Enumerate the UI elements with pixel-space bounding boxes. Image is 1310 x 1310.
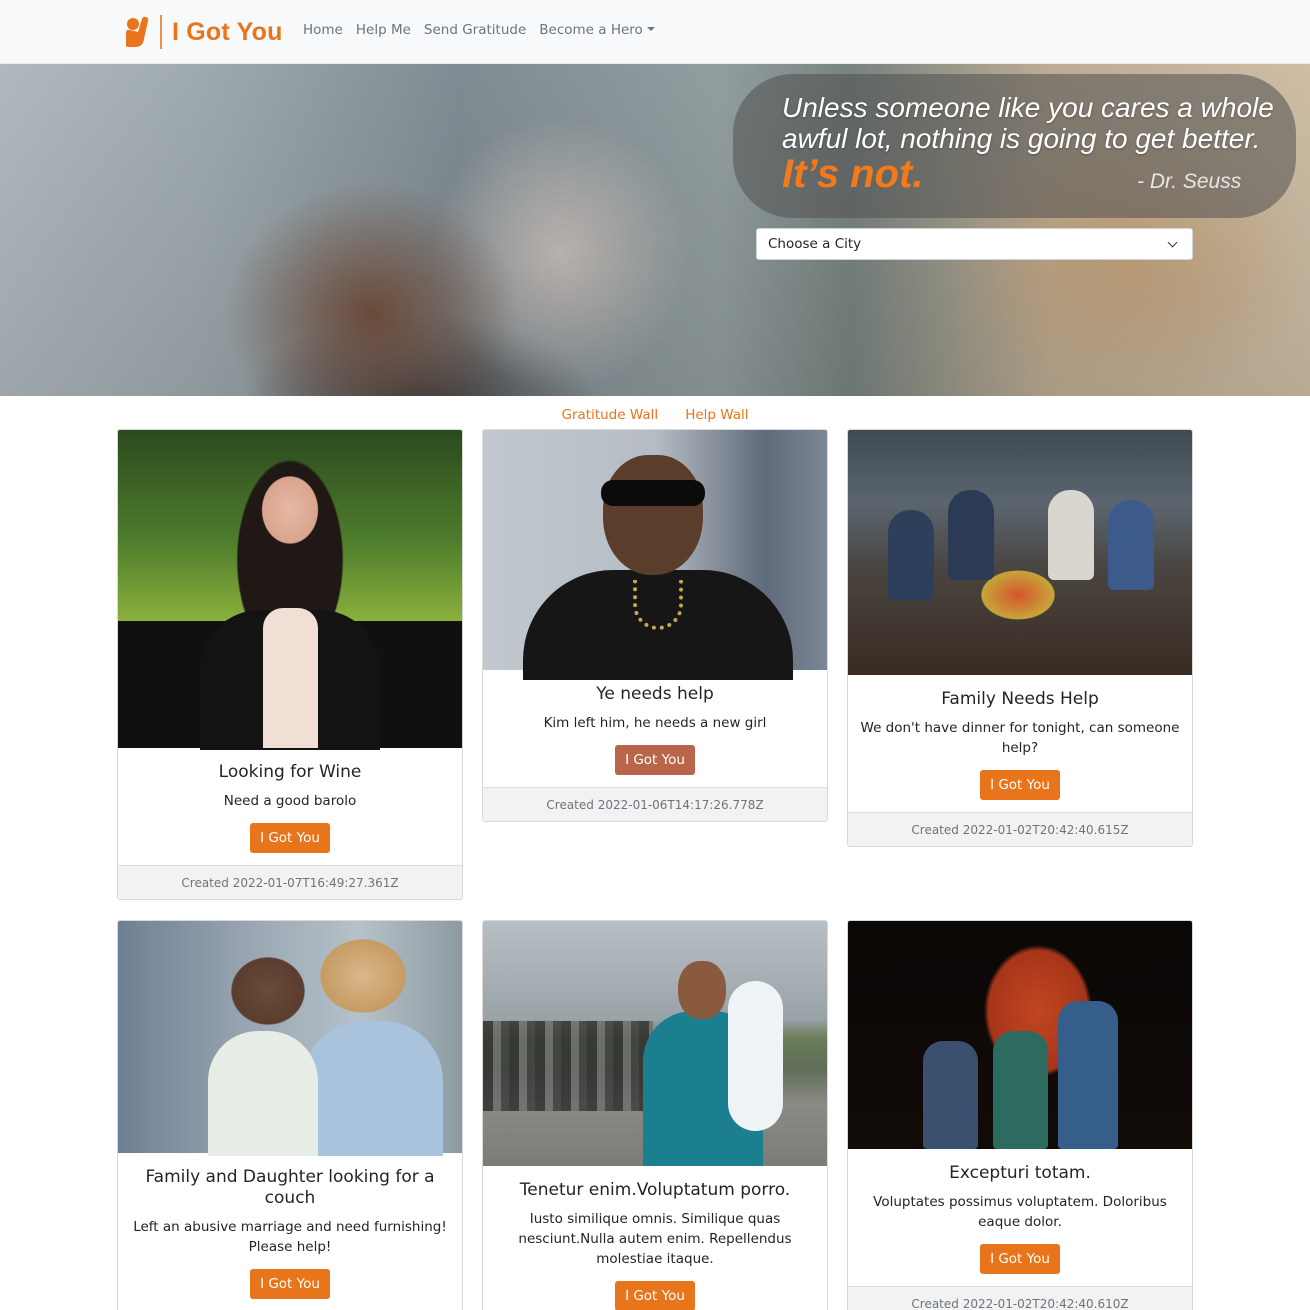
help-card: Looking for Wine Need a good barolo I Go… — [117, 429, 463, 900]
help-card: Excepturi totam. Voluptates possimus vol… — [847, 920, 1193, 1310]
card-photo — [848, 430, 1192, 675]
card-photo — [118, 921, 462, 1156]
nav-help-me[interactable]: Help Me — [356, 22, 411, 38]
tab-gratitude-wall[interactable]: Gratitude Wall — [561, 407, 658, 423]
card-footer-created: Created 2022-01-06T14:17:26.778Z — [483, 787, 827, 821]
card-text: Need a good barolo — [223, 793, 357, 809]
card-footer-created: Created 2022-01-07T16:49:27.361Z — [118, 865, 462, 899]
tab-help-wall[interactable]: Help Wall — [685, 407, 748, 423]
card-body: Tenetur enim.Voluptatum porro. Iusto sim… — [483, 1166, 827, 1310]
card-title: Family and Daughter looking for a couch — [145, 1167, 435, 1208]
card-photo — [848, 921, 1192, 1149]
card-body: Family and Daughter looking for a couch … — [118, 1153, 462, 1310]
card-body: Ye needs help Kim left him, he needs a n… — [483, 670, 827, 787]
card-body: Excepturi totam. Voluptates possimus vol… — [848, 1149, 1192, 1286]
quote-author: - Dr. Seuss — [1137, 170, 1242, 193]
help-card: Family and Daughter looking for a couch … — [117, 920, 463, 1310]
i-got-you-button[interactable]: I Got You — [250, 823, 330, 853]
hand-heart-logo-icon — [124, 15, 152, 49]
card-photo — [483, 430, 827, 680]
city-select[interactable]: Choose a City — [756, 228, 1193, 260]
i-got-you-button[interactable]: I Got You — [980, 1244, 1060, 1274]
card-title: Excepturi totam. — [949, 1163, 1091, 1183]
card-title: Ye needs help — [596, 684, 714, 704]
i-got-you-button[interactable]: I Got You — [980, 770, 1060, 800]
brand-divider — [160, 15, 162, 49]
card-text: We don't have dinner for tonight, can so… — [860, 720, 1180, 756]
help-card: Tenetur enim.Voluptatum porro. Iusto sim… — [482, 920, 828, 1310]
card-text: Kim left him, he needs a new girl — [543, 715, 767, 731]
card-photo — [483, 921, 827, 1166]
i-got-you-button[interactable]: I Got You — [615, 1281, 695, 1310]
card-footer-created: Created 2022-01-02T20:42:40.610Z — [848, 1286, 1192, 1310]
card-text: Left an abusive marriage and need furnis… — [133, 1219, 447, 1255]
card-text: Voluptates possimus voluptatem. Doloribu… — [873, 1194, 1167, 1230]
chevron-down-icon — [1167, 237, 1178, 248]
navbar: I Got You Home Help Me Send Gratitude Be… — [0, 0, 1310, 64]
brand-name: I Got You — [172, 17, 283, 46]
card-title: Looking for Wine — [218, 762, 362, 782]
wall-tabs: Gratitude Wall Help Wall — [0, 404, 1310, 423]
caret-down-icon — [646, 27, 655, 31]
quote-line-2: awful lot, nothing is going to get bette… — [782, 123, 1261, 154]
quote-line-1: Unless someone like you cares a whole — [782, 92, 1274, 123]
city-select-value: Choose a City — [768, 236, 862, 252]
card-body: Looking for Wine Need a good barolo I Go… — [118, 748, 462, 865]
card-footer-created: Created 2022-01-02T20:42:40.615Z — [848, 812, 1192, 846]
card-photo — [118, 430, 462, 750]
card-title: Tenetur enim.Voluptatum porro. — [519, 1180, 791, 1200]
i-got-you-button[interactable]: I Got You — [250, 1269, 330, 1299]
nav-become-a-hero-dropdown[interactable]: Become a Hero — [539, 22, 655, 38]
card-body: Family Needs Help We don't have dinner f… — [848, 675, 1192, 812]
hero-banner: Unless someone like you cares a whole aw… — [0, 64, 1310, 396]
help-card: Ye needs help Kim left him, he needs a n… — [482, 429, 828, 822]
main-nav: Home Help Me Send Gratitude Become a Her… — [303, 22, 668, 38]
nav-home[interactable]: Home — [303, 22, 343, 38]
i-got-you-button[interactable]: I Got You — [615, 745, 695, 775]
help-card: Family Needs Help We don't have dinner f… — [847, 429, 1193, 847]
card-text: Iusto similique omnis. Similique quas ne… — [518, 1211, 792, 1267]
nav-send-gratitude[interactable]: Send Gratitude — [424, 22, 526, 38]
nav-become-a-hero-label: Become a Hero — [539, 22, 643, 38]
quote-emphasis: It’s not. — [782, 152, 924, 196]
brand-link[interactable]: I Got You — [124, 14, 283, 50]
card-title: Family Needs Help — [941, 689, 1099, 709]
